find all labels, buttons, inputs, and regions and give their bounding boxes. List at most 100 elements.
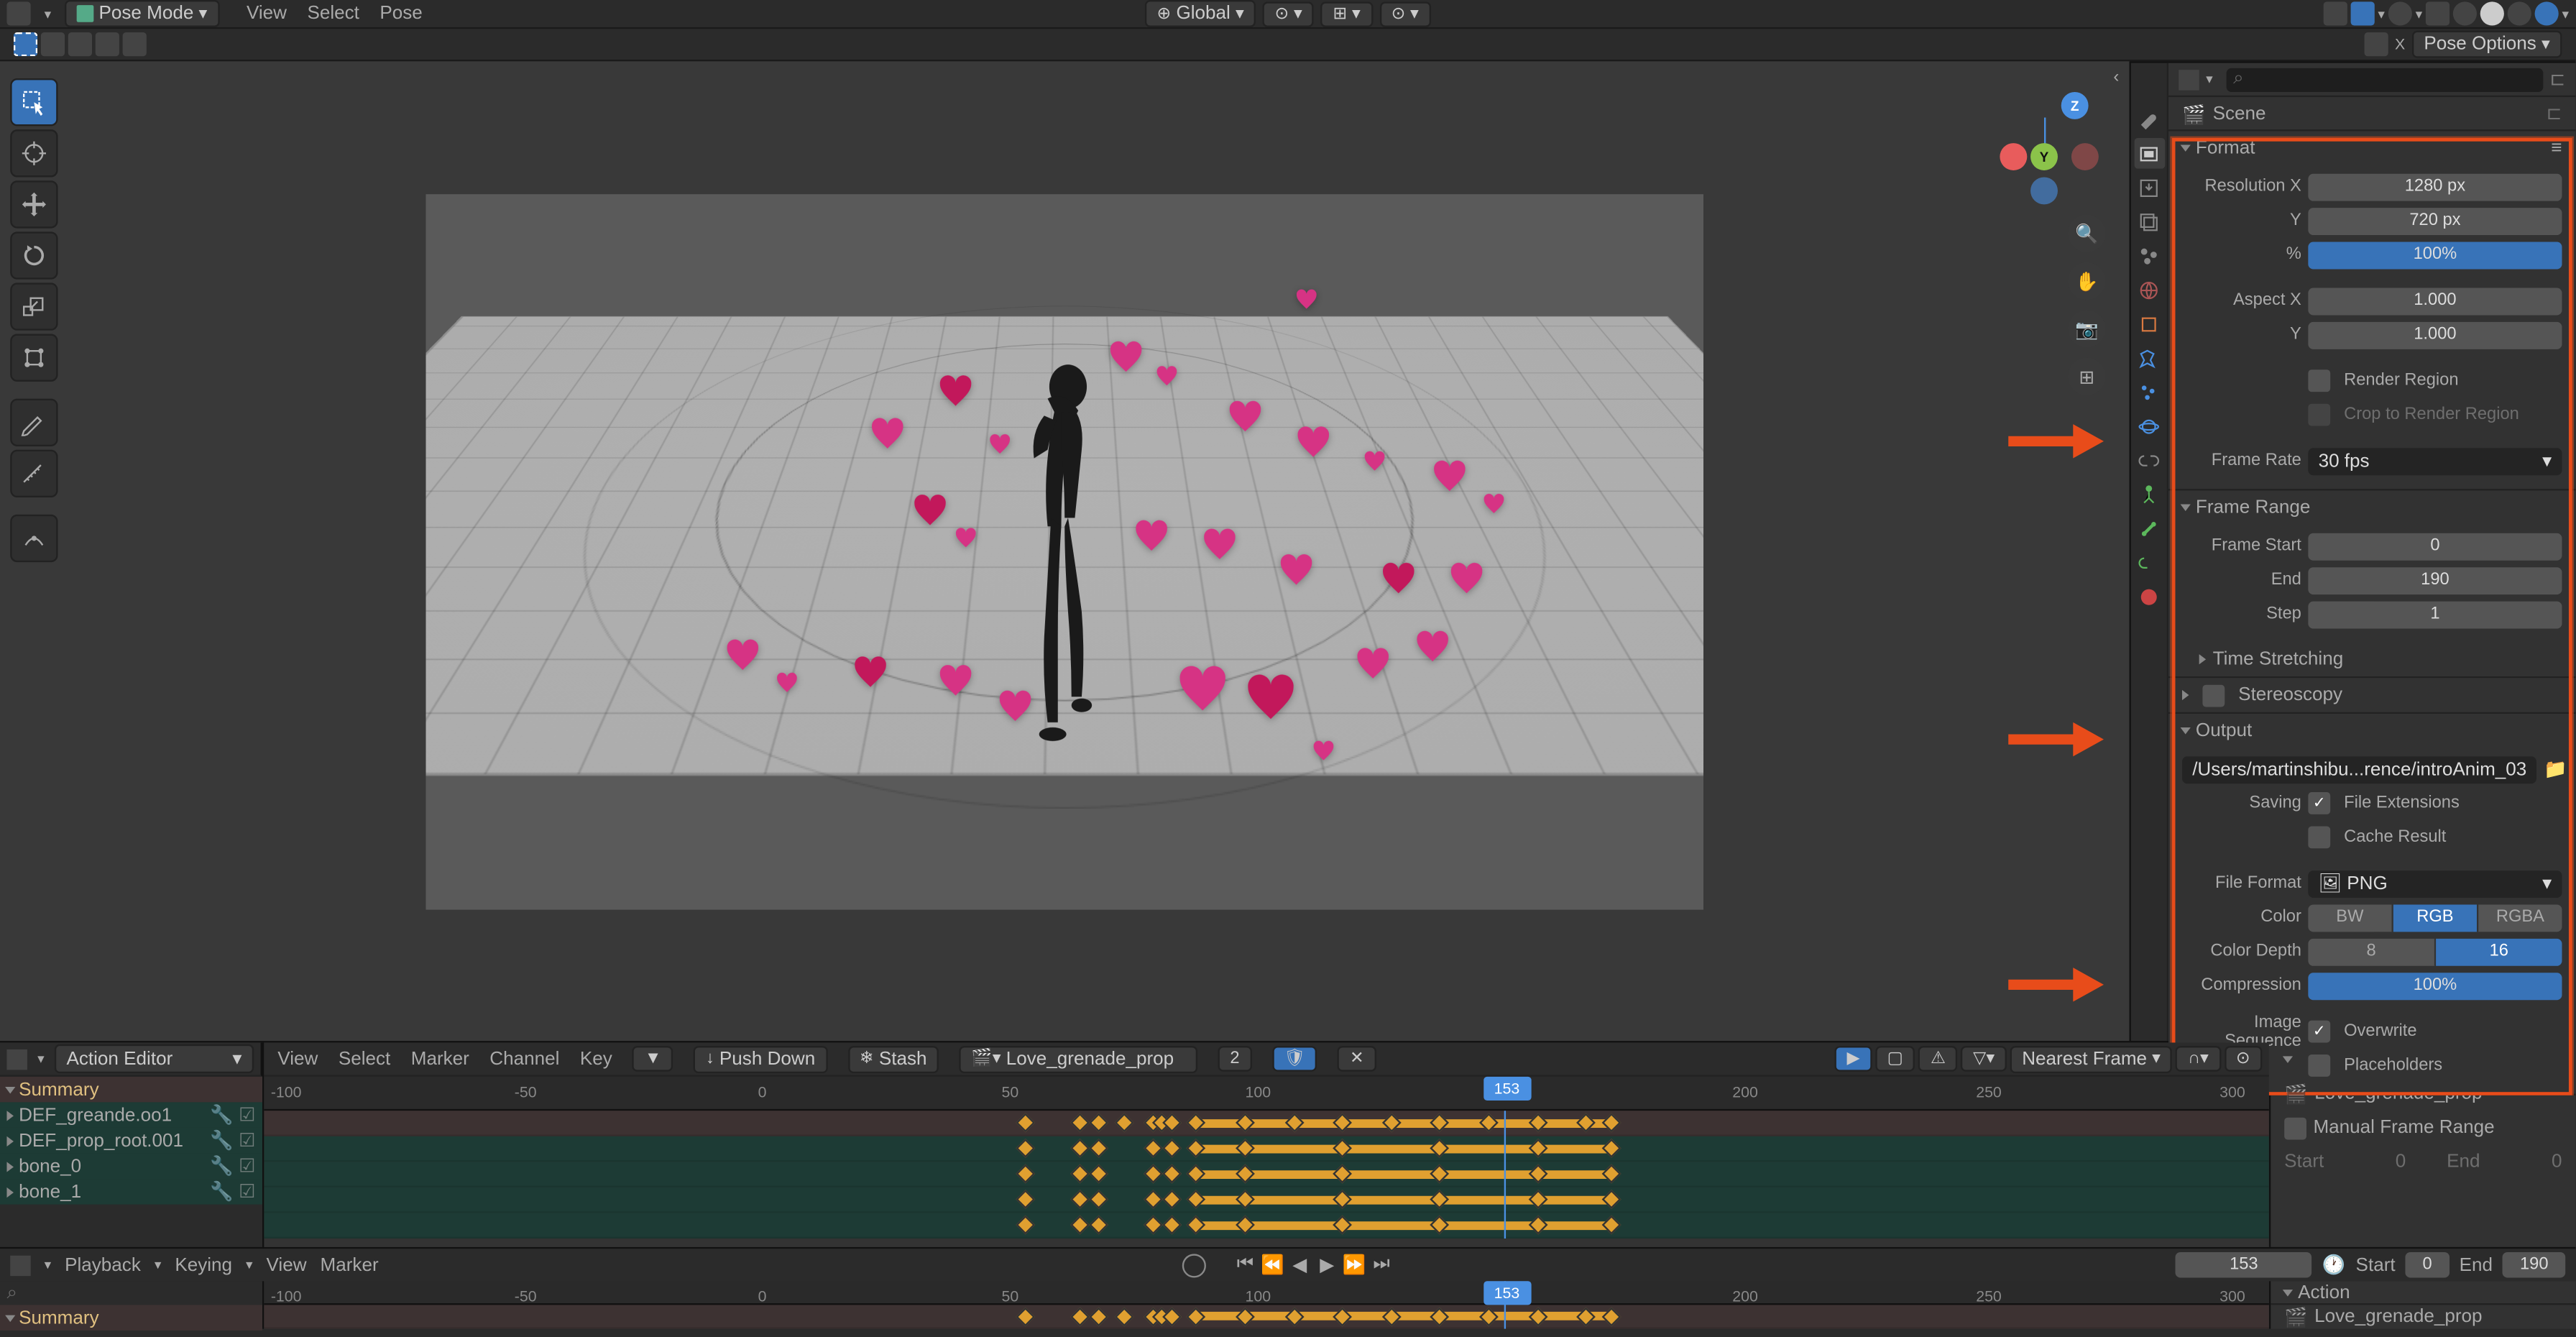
menu-view[interactable]: View — [277, 1049, 318, 1069]
file-format-select[interactable]: 🖼 PNG▾ — [2308, 870, 2562, 897]
frame-range-header[interactable]: Frame Range — [2168, 491, 2575, 525]
color-rgb[interactable]: RGB — [2393, 904, 2479, 931]
aspect-y-field[interactable]: 1.000 — [2308, 321, 2562, 349]
select-mode-icon[interactable]: ▶ — [1835, 1046, 1872, 1072]
pan-icon[interactable]: ✋ — [2068, 262, 2105, 300]
particles-tab[interactable] — [2133, 377, 2164, 408]
dope-track[interactable] — [264, 1111, 2268, 1136]
file-ext-check[interactable] — [2308, 792, 2330, 814]
compression-field[interactable]: 100% — [2308, 972, 2562, 999]
collapse-sidebar-icon[interactable]: ‹ — [2113, 68, 2119, 87]
overwrite-check[interactable] — [2308, 1021, 2330, 1043]
constraint-tab[interactable] — [2133, 445, 2164, 476]
dope-channel-def_prop_root-001[interactable]: DEF_prop_root.001🔧 ☑ — [0, 1128, 262, 1154]
prev-key-icon[interactable]: ⏪ — [1261, 1253, 1284, 1277]
color-rgba[interactable]: RGBA — [2478, 904, 2562, 931]
dope-track[interactable] — [264, 1136, 2268, 1162]
clock-icon[interactable]: 🕐 — [2322, 1254, 2345, 1276]
filter2-icon[interactable]: ▽▾ — [1961, 1046, 2007, 1072]
object-tab[interactable] — [2133, 308, 2164, 339]
menu-view[interactable]: View — [247, 4, 287, 24]
playhead[interactable]: 153 — [1504, 1111, 1505, 1239]
play-reverse-icon[interactable]: ◀ — [1288, 1253, 1312, 1277]
annotate-tool[interactable] — [10, 399, 58, 446]
shade-preview-icon[interactable] — [2508, 1, 2531, 25]
dope-channel-summary[interactable]: Summary — [0, 1077, 262, 1103]
autokey-icon[interactable] — [1182, 1253, 1206, 1277]
tool-tab[interactable] — [2133, 104, 2164, 135]
color-mode-segment[interactable]: BW RGB RGBA — [2308, 904, 2562, 931]
shade-wire-icon[interactable] — [2453, 1, 2477, 25]
tl-summary-row[interactable]: Summary — [0, 1305, 262, 1331]
measure-tool[interactable] — [10, 450, 58, 497]
shade-solid-icon[interactable] — [2480, 1, 2504, 25]
select-mode-5-icon[interactable] — [123, 32, 147, 56]
time-stretching-header[interactable]: Time Stretching — [2168, 642, 2575, 676]
menu-select[interactable]: Select — [307, 4, 359, 24]
color-bw[interactable]: BW — [2308, 904, 2393, 931]
orientation-select[interactable]: ⊕ Global ▾ — [1145, 0, 1256, 27]
tl-start-field[interactable]: 0 — [2406, 1252, 2450, 1278]
bone-tab[interactable] — [2133, 513, 2164, 543]
proportional-toggle[interactable]: ⊙ ▾ — [1379, 1, 1431, 27]
modifier-tab[interactable] — [2133, 342, 2164, 373]
move-tool[interactable] — [10, 180, 58, 228]
timeline-track[interactable]: -100-50050100150200250300 153 — [264, 1281, 2268, 1328]
aspect-x-field[interactable]: 1.000 — [2308, 287, 2562, 314]
menu-playback[interactable]: Playback — [65, 1255, 141, 1275]
material-tab[interactable] — [2133, 581, 2164, 612]
users-count[interactable]: 2 — [1218, 1046, 1251, 1072]
pose-options-button[interactable]: Pose Options ▾ — [2412, 31, 2562, 58]
scene-tab[interactable] — [2133, 240, 2164, 271]
play-icon[interactable]: ▶ — [1315, 1253, 1339, 1277]
filter-btn[interactable]: ▼ — [632, 1046, 673, 1072]
render-region-check[interactable] — [2308, 369, 2330, 392]
menu-view[interactable]: View — [266, 1255, 306, 1275]
menu-select[interactable]: Select — [339, 1049, 390, 1069]
zoom-icon[interactable]: 🔍 — [2068, 215, 2105, 252]
editor-icon[interactable] — [6, 1049, 27, 1069]
view-layer-tab[interactable] — [2133, 206, 2164, 237]
props-search[interactable]: ⌕ — [2227, 68, 2543, 91]
orientation-gizmo[interactable]: Z Y — [1997, 92, 2099, 194]
transform-tool[interactable] — [10, 334, 58, 382]
dope-channel-bone_0[interactable]: bone_0🔧 ☑ — [0, 1153, 262, 1179]
armature-tab[interactable] — [2133, 479, 2164, 510]
res-y-field[interactable]: 720 px — [2308, 207, 2562, 234]
perspective-icon[interactable]: ⊞ — [2068, 358, 2105, 395]
bone-constraint-tab[interactable] — [2133, 547, 2164, 578]
camera-view-icon[interactable]: 📷 — [2068, 310, 2105, 347]
scene-datablock[interactable]: 🎬 Scene ⊏ — [2168, 97, 2575, 131]
snap-mode[interactable]: Nearest Frame ▾ — [2010, 1045, 2173, 1072]
manual-range-check[interactable] — [2284, 1117, 2306, 1139]
output-tab[interactable] — [2133, 172, 2164, 203]
format-header[interactable]: Format≡ — [2168, 131, 2575, 165]
visibility-icon[interactable] — [2324, 1, 2347, 25]
select-mode-2-icon[interactable] — [41, 32, 65, 56]
current-frame-field[interactable]: 153 — [2176, 1252, 2312, 1278]
crop-check[interactable] — [2308, 404, 2330, 426]
mode-selector[interactable]: Pose Mode ▾ — [65, 0, 219, 27]
tl-end-field[interactable]: 190 — [2503, 1252, 2565, 1278]
menu-marker[interactable]: Marker — [411, 1049, 469, 1069]
stash-btn[interactable]: ❄ Stash — [847, 1045, 939, 1072]
frame-start-field[interactable]: 0 — [2308, 533, 2562, 560]
tl-playhead[interactable]: 153 — [1504, 1281, 1505, 1328]
menu-key[interactable]: Key — [580, 1049, 612, 1069]
select-mode-3-icon[interactable] — [68, 32, 92, 56]
depth-8[interactable]: 8 — [2308, 938, 2436, 965]
gizmo-icon[interactable] — [2350, 1, 2374, 25]
placeholders-check[interactable] — [2308, 1055, 2330, 1077]
breakdown-tool[interactable] — [10, 515, 58, 562]
3d-viewport[interactable]: Z Y 🔍 ✋ 📷 ⊞ ‹ — [0, 61, 2129, 1041]
pivot-select[interactable]: ⊙ ▾ — [1263, 1, 1315, 27]
overlay-icon[interactable] — [2388, 1, 2412, 25]
output-header[interactable]: Output — [2168, 714, 2575, 748]
rotate-tool[interactable] — [10, 231, 58, 279]
cursor-tool[interactable] — [10, 129, 58, 177]
push-down-btn[interactable]: ↓ Push Down — [694, 1045, 827, 1072]
folder-icon[interactable]: 📁 — [2544, 758, 2567, 781]
snap-icon[interactable]: ∩▾ — [2176, 1046, 2220, 1072]
props-editor-icon[interactable] — [2179, 69, 2199, 89]
select-box-tool[interactable] — [10, 78, 58, 126]
